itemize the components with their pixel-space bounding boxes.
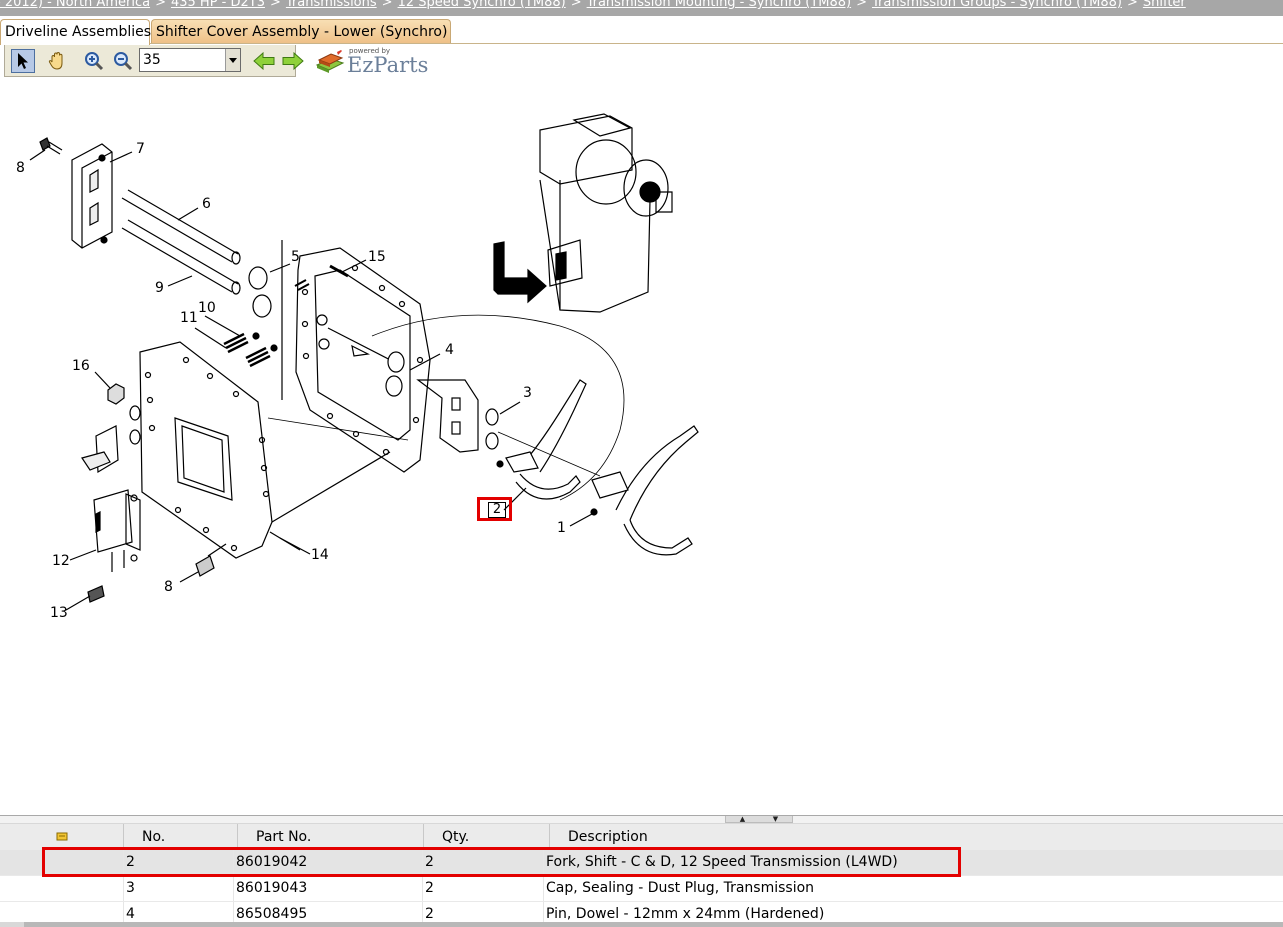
breadcrumb-link-groups[interactable]: Transmission Groups - Synchro (TM88) <box>872 0 1122 10</box>
tab-bar: Driveline Assemblies Shifter Cover Assem… <box>0 16 1283 45</box>
callout-4[interactable]: 4 <box>445 343 454 357</box>
horizontal-scrollbar[interactable] <box>0 922 1283 927</box>
zoom-out-icon[interactable] <box>111 49 135 73</box>
parts-table: No. Part No. Qty. Description 2 86019042… <box>0 823 1283 927</box>
cell-part-no: 86019042 <box>233 850 423 875</box>
callout-6[interactable]: 6 <box>202 197 211 211</box>
bolt-icon <box>29 137 63 161</box>
next-arrow-icon[interactable] <box>281 49 305 73</box>
table-header: No. Part No. Qty. Description <box>0 823 1283 851</box>
callout-14[interactable]: 14 <box>311 548 329 562</box>
callout-8-top[interactable]: 8 <box>16 161 25 175</box>
exploded-parts-diagram[interactable]: 8 7 6 9 5 15 10 11 16 4 3 2 1 12 13 8 14 <box>0 80 1283 815</box>
cell-description: Cap, Sealing - Dust Plug, Transmission <box>543 876 1283 901</box>
note-icon[interactable] <box>0 824 123 850</box>
callout-3[interactable]: 3 <box>523 386 532 400</box>
zoom-in-icon[interactable] <box>82 49 106 73</box>
callout-15[interactable]: 15 <box>368 250 386 264</box>
breadcrumb-link-transmissions[interactable]: Transmissions <box>286 0 377 10</box>
breadcrumb-link-engine[interactable]: 435 HP - D2T3 <box>171 0 265 10</box>
breadcrumb-separator: > <box>155 0 166 10</box>
cell-part-no: 86019043 <box>233 876 423 901</box>
breadcrumb-separator: > <box>570 0 582 10</box>
zoom-level-select[interactable] <box>139 48 241 72</box>
callout-7[interactable]: 7 <box>136 142 145 156</box>
callout-16[interactable]: 16 <box>72 359 90 373</box>
breadcrumb-separator: > <box>269 0 281 10</box>
callout-9[interactable]: 9 <box>155 281 164 295</box>
collapse-up-icon[interactable]: ▲ <box>740 815 745 823</box>
scrollbar-thumb[interactable] <box>24 922 1283 927</box>
callout-10[interactable]: 10 <box>198 301 216 315</box>
table-row[interactable]: 2 86019042 2 Fork, Shift - C & D, 12 Spe… <box>0 850 1283 876</box>
callout-5[interactable]: 5 <box>291 250 300 264</box>
callout-1[interactable]: 1 <box>557 521 566 535</box>
cell-description: Fork, Shift - C & D, 12 Speed Transmissi… <box>543 850 1283 875</box>
ezparts-books-icon <box>315 50 345 73</box>
cell-qty: 2 <box>422 850 545 875</box>
breadcrumb-link-12-speed[interactable]: 12 Speed Synchro (TM88) <box>398 0 566 10</box>
ezparts-brand-name: EzParts <box>347 53 429 77</box>
tab-shifter-cover-assembly[interactable]: Shifter Cover Assembly - Lower (Synchro) <box>151 19 451 44</box>
breadcrumb: - 2012) - North America >435 HP - D2T3 > Tr… <box>0 0 1283 16</box>
ezparts-logo: powered by EzParts <box>315 47 429 79</box>
expand-down-icon[interactable]: ▼ <box>773 815 778 823</box>
tab-driveline-assemblies[interactable]: Driveline Assemblies <box>0 19 151 45</box>
splitter-handle[interactable]: ▲ ▼ <box>725 815 793 823</box>
breadcrumb-link-mounting[interactable]: Transmission Mounting - Synchro (TM88) <box>587 0 851 10</box>
table-row[interactable]: 3 86019043 2 Cap, Sealing - Dust Plug, T… <box>0 876 1283 902</box>
breadcrumb-link-region[interactable]: - 2012) - North America <box>0 0 150 10</box>
cell-no: 3 <box>123 876 237 901</box>
zoom-level-input[interactable] <box>140 49 224 71</box>
column-header-description[interactable]: Description <box>549 824 1283 850</box>
breadcrumb-separator: > <box>1126 0 1138 10</box>
column-header-qty[interactable]: Qty. <box>423 824 549 850</box>
breadcrumb-separator: > <box>381 0 393 10</box>
prev-arrow-icon[interactable] <box>252 49 276 73</box>
pan-hand-icon[interactable] <box>45 49 69 73</box>
cell-no: 2 <box>123 850 237 875</box>
callout-13[interactable]: 13 <box>50 606 68 620</box>
callout-2-highlight[interactable]: 2 <box>477 497 512 521</box>
callout-12[interactable]: 12 <box>52 554 70 568</box>
cell-qty: 2 <box>422 876 545 901</box>
column-header-part-no[interactable]: Part No. <box>237 824 423 850</box>
chevron-down-icon[interactable] <box>225 49 240 71</box>
breadcrumb-separator: > <box>856 0 867 10</box>
column-header-no[interactable]: No. <box>123 824 237 850</box>
breadcrumb-link-shifter[interactable]: Shifter <box>1143 0 1186 10</box>
callout-8-bottom[interactable]: 8 <box>164 580 173 594</box>
callout-2[interactable]: 2 <box>488 502 506 518</box>
viewer-toolbar <box>4 45 304 77</box>
select-arrow-icon[interactable] <box>11 49 35 73</box>
shifter-cover-illustration <box>29 113 699 611</box>
callout-11[interactable]: 11 <box>180 311 198 325</box>
